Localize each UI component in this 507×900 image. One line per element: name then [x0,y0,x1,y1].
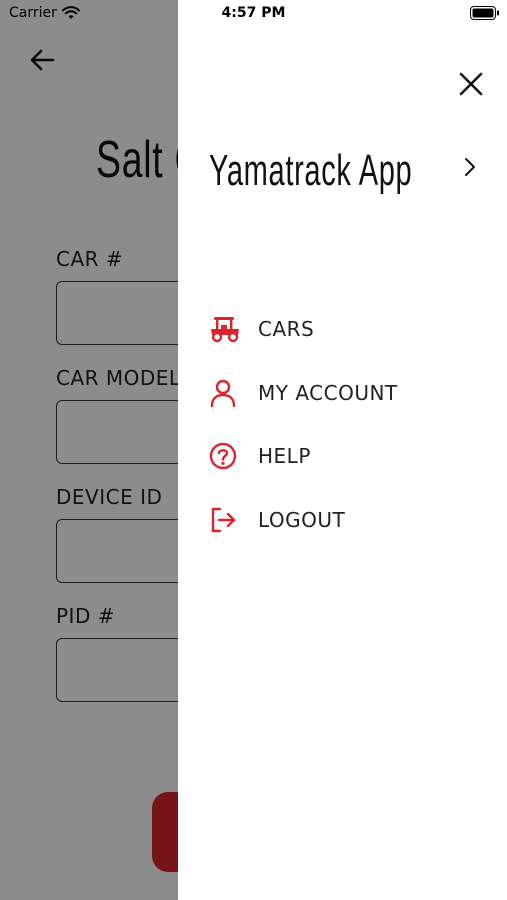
menu-item-help[interactable]: HELP [208,434,488,478]
menu-item-help-label: HELP [258,444,311,468]
logout-icon [208,504,242,536]
golf-cart-icon [208,313,242,345]
side-drawer: Yamatrack App CARS MY ACCOUNT HELP LOGOU… [178,0,507,900]
menu-item-logout[interactable]: LOGOUT [208,498,488,542]
menu-item-my-account[interactable]: MY ACCOUNT [208,371,488,415]
drawer-title: Yamatrack App [209,146,413,195]
status-bar: Carrier 4:57 PM [0,0,507,28]
menu-item-cars[interactable]: CARS [208,307,488,351]
battery-icon [470,6,500,24]
help-circle-icon [208,440,242,472]
user-icon [208,377,242,409]
menu-item-my-account-label: MY ACCOUNT [258,381,398,405]
menu-item-cars-label: CARS [258,317,315,341]
close-icon[interactable] [457,70,485,102]
status-time: 4:57 PM [221,5,286,21]
menu-item-logout-label: LOGOUT [258,508,346,532]
chevron-right-icon[interactable] [463,156,477,182]
